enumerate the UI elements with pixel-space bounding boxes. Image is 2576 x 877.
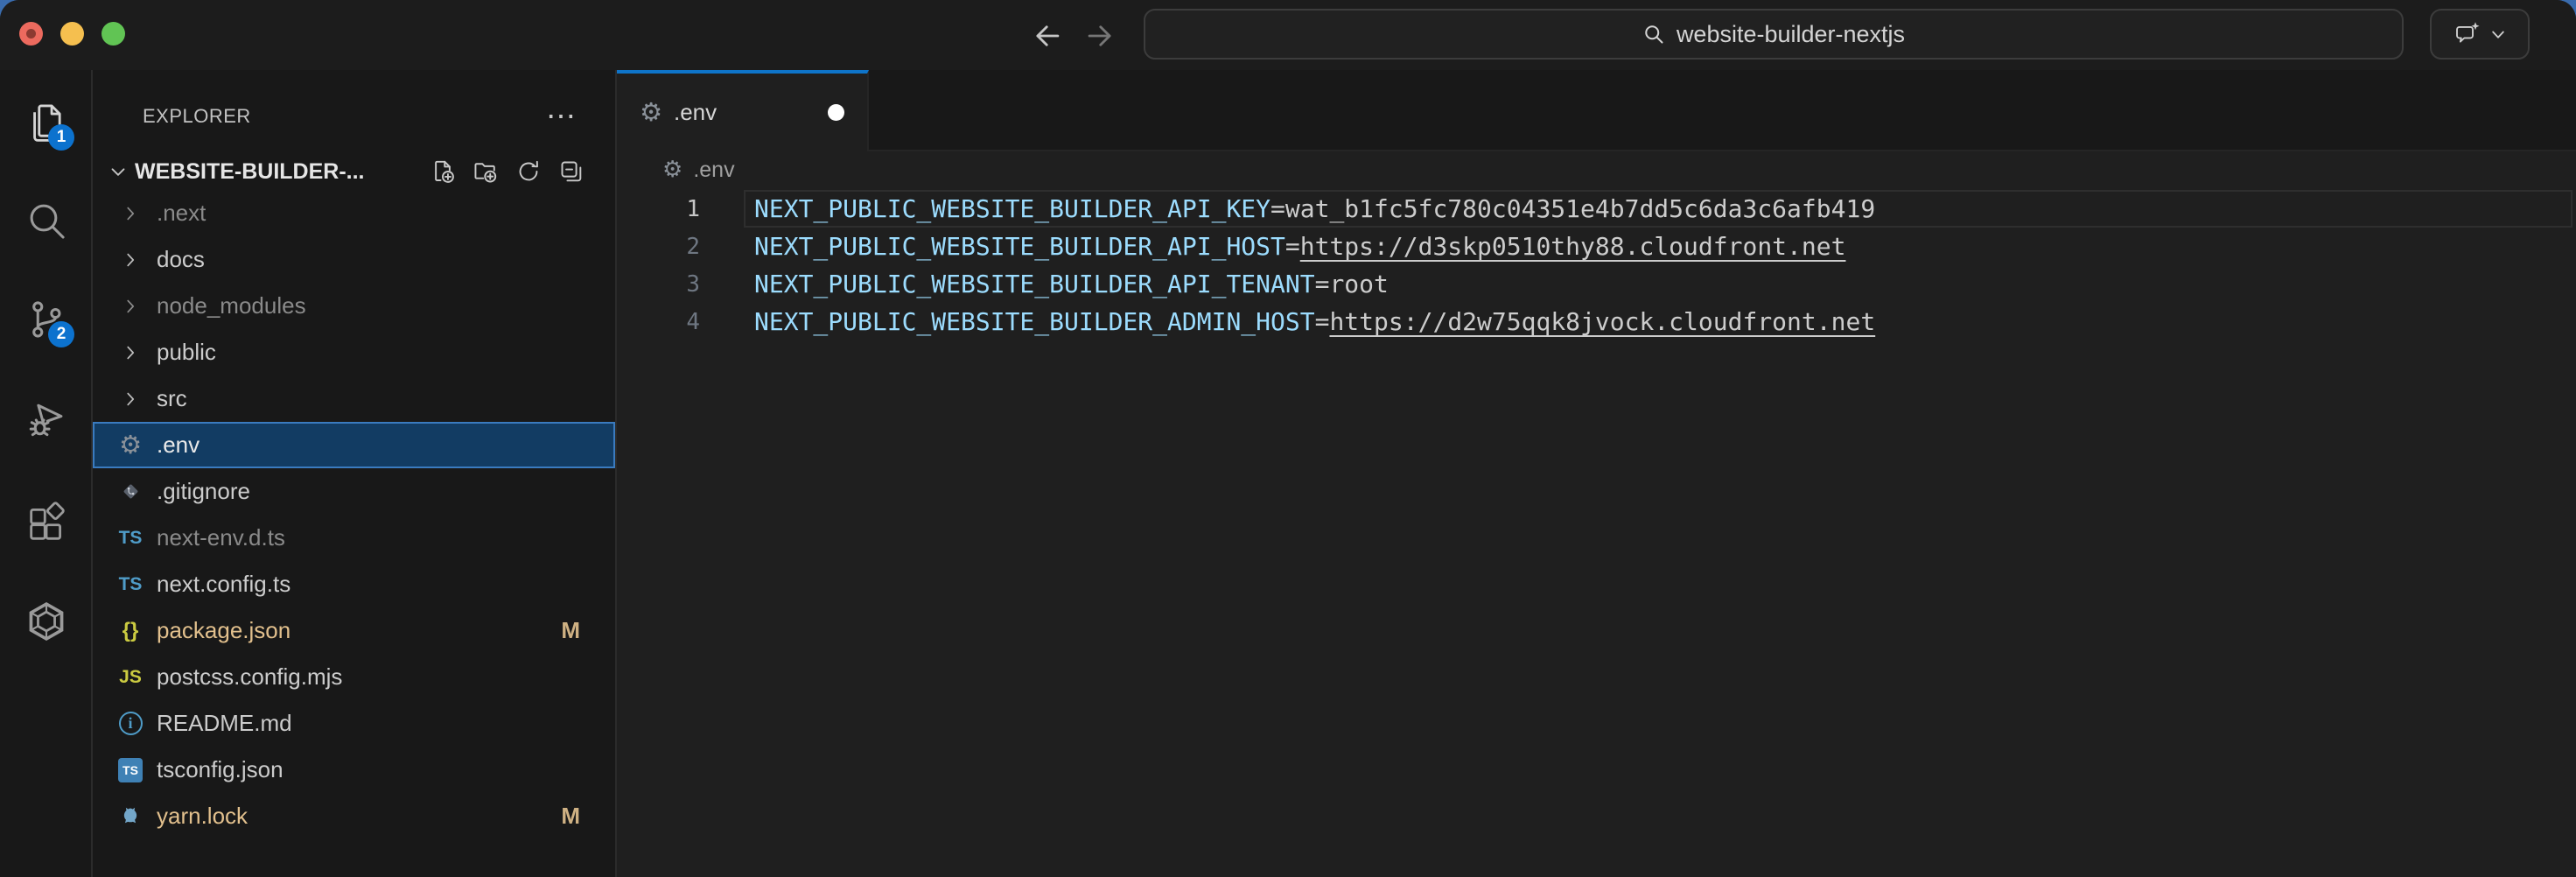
- unsaved-changes-dot[interactable]: [828, 104, 844, 121]
- chevron-right-icon: [118, 389, 143, 409]
- new-file-icon[interactable]: [430, 159, 455, 184]
- chevron-right-icon: [118, 343, 143, 362]
- explorer-sidebar: EXPLORER ⋯ WEBSITE-BUILDER-...: [93, 70, 617, 877]
- forward-arrow-icon[interactable]: [1083, 19, 1116, 53]
- activity-explorer-button[interactable]: 1: [24, 100, 69, 145]
- editor-group: ⚙ .env ⚙ .env 1 NEXT_PUBLIC_WEBSITE_BUIL…: [617, 70, 2576, 877]
- line-number: 3: [617, 271, 700, 298]
- tree-file-next-env-d-ts[interactable]: TS next-env.d.ts: [93, 515, 615, 561]
- back-arrow-icon[interactable]: [1031, 19, 1064, 53]
- url-link[interactable]: https://d2w75qqk8jvock.cloudfront.net: [1329, 307, 1875, 336]
- command-center-search[interactable]: website-builder-nextjs: [1144, 9, 2404, 60]
- gear-icon: ⚙: [662, 158, 682, 181]
- chevron-down-icon: [107, 160, 130, 183]
- breadcrumb-item[interactable]: .env: [693, 158, 734, 183]
- git-modified-badge: M: [561, 617, 580, 644]
- tree-file-postcss-config-mjs[interactable]: JS postcss.config.mjs: [93, 654, 615, 700]
- tree-file-gitignore[interactable]: .gitignore: [93, 468, 615, 515]
- code-line-2[interactable]: 2 NEXT_PUBLIC_WEBSITE_BUILDER_API_HOST=h…: [617, 228, 2576, 265]
- url-link[interactable]: https://d3skp0510thy88.cloudfront.net: [1300, 232, 1846, 261]
- more-actions-icon[interactable]: ⋯: [546, 112, 576, 121]
- chevron-right-icon: [118, 297, 143, 316]
- line-number: 4: [617, 309, 700, 335]
- close-button[interactable]: [19, 22, 43, 46]
- vscode-window: website-builder-nextjs 1: [0, 0, 2576, 877]
- sidebar-header: EXPLORER ⋯: [93, 70, 615, 153]
- code-line-1[interactable]: 1 NEXT_PUBLIC_WEBSITE_BUILDER_API_KEY=wa…: [617, 190, 2576, 228]
- gear-icon: ⚙: [640, 100, 662, 125]
- chevron-down-icon: [2489, 25, 2507, 43]
- activity-bar: 1 2: [0, 70, 93, 877]
- code-line-3[interactable]: 3 NEXT_PUBLIC_WEBSITE_BUILDER_API_TENANT…: [617, 265, 2576, 303]
- explorer-badge: 1: [48, 124, 74, 151]
- refresh-icon[interactable]: [516, 159, 541, 184]
- typescript-icon: TS: [118, 574, 143, 595]
- tree-folder-next[interactable]: .next: [93, 190, 615, 236]
- code-editor[interactable]: 1 NEXT_PUBLIC_WEBSITE_BUILDER_API_KEY=wa…: [617, 188, 2576, 340]
- tree-folder-docs[interactable]: docs: [93, 236, 615, 283]
- breadcrumb[interactable]: ⚙ .env: [617, 151, 2576, 188]
- git-icon: [118, 480, 143, 503]
- tree-folder-node-modules[interactable]: node_modules: [93, 283, 615, 329]
- gear-icon: ⚙: [118, 432, 143, 458]
- run-debug-icon: [24, 396, 69, 441]
- chevron-right-icon: [118, 250, 143, 270]
- workspace-name: WEBSITE-BUILDER-...: [135, 159, 365, 185]
- tab-bar: ⚙ .env: [617, 70, 2576, 151]
- copilot-chat-icon: [2453, 21, 2482, 47]
- activity-run-debug-button[interactable]: [24, 396, 69, 441]
- tab-label: .env: [674, 99, 717, 126]
- line-number: 2: [617, 234, 700, 260]
- tab-env[interactable]: ⚙ .env: [617, 70, 869, 151]
- new-folder-icon[interactable]: [473, 159, 498, 184]
- sidebar-title: EXPLORER: [143, 105, 251, 128]
- traffic-lights: [19, 22, 125, 46]
- workspace-section-header[interactable]: WEBSITE-BUILDER-...: [93, 153, 615, 190]
- info-icon: i: [118, 712, 143, 735]
- hexagon-extension-icon: [24, 599, 69, 644]
- explorer-actions: [430, 159, 584, 184]
- collapse-all-icon[interactable]: [559, 159, 584, 184]
- activity-extensions-button[interactable]: [24, 501, 69, 546]
- tree-folder-public[interactable]: public: [93, 329, 615, 375]
- activity-source-control-button[interactable]: 2: [24, 297, 69, 342]
- file-tree: .next docs node_modules public src: [93, 190, 615, 839]
- search-icon: [1642, 23, 1666, 46]
- activity-search-button[interactable]: [24, 198, 69, 243]
- chevron-right-icon: [118, 204, 143, 223]
- activity-hexagon-extension-button[interactable]: [24, 599, 69, 644]
- minimize-button[interactable]: [60, 22, 84, 46]
- extensions-icon: [24, 501, 69, 546]
- code-line-4[interactable]: 4 NEXT_PUBLIC_WEBSITE_BUILDER_ADMIN_HOST…: [617, 303, 2576, 340]
- javascript-icon: JS: [118, 667, 143, 688]
- tsconfig-icon: TS: [118, 758, 143, 782]
- search-icon: [24, 198, 69, 243]
- source-control-badge: 2: [48, 321, 74, 347]
- tree-file-yarn-lock[interactable]: yarn.lock M: [93, 793, 615, 839]
- tree-file-tsconfig-json[interactable]: TS tsconfig.json: [93, 747, 615, 793]
- title-bar: website-builder-nextjs: [0, 0, 2576, 70]
- yarn-icon: [118, 805, 143, 828]
- tree-file-env[interactable]: ⚙ .env: [93, 422, 615, 468]
- command-center-text: website-builder-nextjs: [1676, 21, 1905, 48]
- tree-file-readme-md[interactable]: i README.md: [93, 700, 615, 747]
- json-braces-icon: {}: [118, 619, 143, 643]
- tree-file-next-config-ts[interactable]: TS next.config.ts: [93, 561, 615, 607]
- tree-file-package-json[interactable]: {} package.json M: [93, 607, 615, 654]
- tree-folder-src[interactable]: src: [93, 375, 615, 422]
- line-number: 1: [617, 196, 700, 222]
- copilot-chat-button[interactable]: [2430, 9, 2530, 60]
- git-modified-badge: M: [561, 803, 580, 830]
- typescript-icon: TS: [118, 528, 143, 549]
- zoom-button[interactable]: [102, 22, 125, 46]
